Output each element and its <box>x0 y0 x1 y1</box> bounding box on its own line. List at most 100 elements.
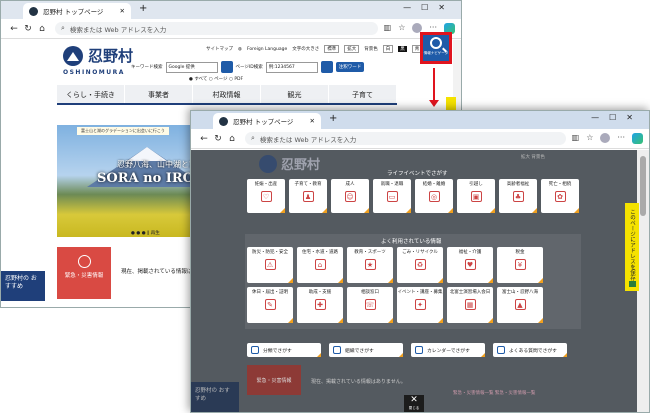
refresh-icon[interactable]: ↻ <box>21 24 35 34</box>
address-bar[interactable]: ⌕ 検索または Web アドレスを入力 <box>245 132 566 145</box>
font-standard-button[interactable]: 標準 <box>324 45 340 53</box>
logo-subtext: OSHINOMURA <box>63 69 125 76</box>
copilot-icon[interactable] <box>632 133 643 144</box>
save-address-side-tab[interactable]: このページにアドレスを保存 <box>625 203 639 291</box>
nav-item-childcare[interactable]: 子育て <box>329 85 397 103</box>
popular-card[interactable]: 税金 ¥ <box>497 247 543 283</box>
more-icon[interactable]: ··· <box>617 133 625 144</box>
childcare-icon: ♟ <box>302 191 314 203</box>
popular-card[interactable]: 休日・届出・証明 ✎ <box>247 287 293 323</box>
popular-card[interactable]: 助成・支援 ✚ <box>297 287 343 323</box>
back-icon[interactable]: ← <box>7 24 21 34</box>
popular-card[interactable]: 相談窓口 ☏ <box>347 287 393 323</box>
popular-card[interactable]: 防災・防犯・安全 ⚠ <box>247 247 293 283</box>
button-label: よくある質問でさがす <box>509 348 557 354</box>
nav-item-tourism[interactable]: 観光 <box>261 85 329 103</box>
house-icon: ⌂ <box>314 259 326 271</box>
sitemap-link[interactable]: サイトマップ <box>206 46 233 52</box>
search-by-calendar-button[interactable]: カレンダーでさがす <box>411 343 485 357</box>
search-by-organization-button[interactable]: 組織でさがす <box>329 343 403 357</box>
bg-white-button[interactable]: 白 <box>382 45 394 53</box>
life-event-card[interactable]: 子育て・教育 ♟ <box>289 179 327 213</box>
window-controls[interactable]: —☐✕ <box>403 3 455 12</box>
life-event-card[interactable]: 高齢者福祉 ♣ <box>499 179 537 213</box>
card-label: 福祉・介護 <box>458 250 482 255</box>
close-tab-icon[interactable]: ✕ <box>120 7 125 15</box>
note-word-button[interactable]: 注釈ワード <box>335 62 365 72</box>
popular-card[interactable]: イベント・講座・募集 ✦ <box>397 287 443 323</box>
split-screen-icon[interactable]: ▥ <box>572 133 580 144</box>
hero-title: SORA no IRO <box>97 171 194 186</box>
popular-card[interactable]: ごみ・リサイクル ♻ <box>397 247 443 283</box>
tab-bar: 忍野村 トップページ ✕ + —☐✕ <box>191 111 649 129</box>
close-overlay-button[interactable]: ✕ 閉じる <box>404 395 424 412</box>
side-tab-partial[interactable] <box>446 97 456 111</box>
callout-arrowhead <box>429 100 439 107</box>
life-event-card[interactable]: 引越し ▣ <box>457 179 495 213</box>
card-label: 住宅・水道・道路 <box>302 250 338 255</box>
nav-item-life[interactable]: くらし・手続き <box>57 85 125 103</box>
address-bar[interactable]: ⌕ 検索または Web アドレスを入力 <box>55 22 378 35</box>
scrollbar-thumb[interactable] <box>640 156 646 216</box>
window-controls[interactable]: —☐✕ <box>591 113 643 122</box>
button-label: カレンダーでさがす <box>427 348 470 354</box>
search-by-faq-button[interactable]: よくある質問でさがす <box>493 343 567 357</box>
logo-text: 忍野村 <box>88 47 134 65</box>
browser-tab[interactable]: 忍野村 トップページ ✕ <box>213 113 321 129</box>
recommend-tab[interactable]: 忍野村の おすすめ <box>1 271 45 301</box>
popular-card[interactable]: 教育・スポーツ ★ <box>347 247 393 283</box>
popular-card[interactable]: 福祉・介護 ♥ <box>447 247 493 283</box>
emergency-box[interactable]: 緊急・災害情報 <box>57 247 111 299</box>
life-event-card[interactable]: 結婚・離婚 ◎ <box>415 179 453 213</box>
new-tab-button[interactable]: + <box>329 113 337 124</box>
page-id-input[interactable]: 例:1234567 <box>265 61 318 73</box>
page-id-search-button[interactable] <box>320 61 333 73</box>
address-placeholder: 検索または Web アドレスを入力 <box>69 25 167 34</box>
site-favicon <box>219 116 228 126</box>
pregnancy-icon: ♡ <box>260 191 272 203</box>
refresh-icon[interactable]: ↻ <box>211 134 225 144</box>
side-tab-label: このページにアドレスを保存 <box>629 209 635 281</box>
address-placeholder: 検索または Web アドレスを入力 <box>259 135 357 144</box>
village-emblem-icon <box>63 45 83 66</box>
back-icon[interactable]: ← <box>197 134 211 144</box>
nav-item-government[interactable]: 村政情報 <box>193 85 261 103</box>
search-by-category-button[interactable]: 分類でさがす <box>247 343 321 357</box>
keyword-search-input[interactable]: Google 提供 <box>165 61 218 73</box>
keyword-search-button[interactable] <box>220 61 233 73</box>
page-id-label: ページID検索 <box>235 65 263 70</box>
browser-tab[interactable]: 忍野村 トップページ ✕ <box>23 3 131 19</box>
browser-toolbar: ← ↻ ⌂ ⌕ 検索または Web アドレスを入力 ▥ ☆ ··· <box>191 129 649 149</box>
avatar[interactable] <box>600 133 611 143</box>
life-event-card[interactable]: 就職・退職 ▭ <box>373 179 411 213</box>
search-scope-radios[interactable]: ● すべて ○ ページ ○ PDF <box>189 76 243 82</box>
foreign-language-link[interactable]: Foreign Language <box>247 47 287 52</box>
carousel-controls[interactable]: ● ● ● ‖ 再生 <box>131 230 160 236</box>
life-event-card[interactable]: 妊娠・出産 ♡ <box>247 179 285 213</box>
home-icon[interactable]: ⌂ <box>35 24 49 34</box>
bg-black-button[interactable]: 黒 <box>398 46 407 52</box>
life-event-card[interactable]: 死亡・相続 ✿ <box>541 179 579 213</box>
home-icon[interactable]: ⌂ <box>225 134 239 144</box>
browser-window-overlay: 忍野村 トップページ ✕ + —☐✕ ← ↻ ⌂ ⌕ 検索または Web アドレス… <box>190 110 650 413</box>
favorites-icon[interactable]: ☆ <box>586 133 593 144</box>
favorites-icon[interactable]: ☆ <box>398 23 405 34</box>
life-event-card[interactable]: 成人 ☺ <box>331 179 369 213</box>
font-large-button[interactable]: 拡大 <box>344 45 360 53</box>
truck-icon: ▣ <box>470 191 482 203</box>
popular-card[interactable]: 富士山・忍野八海 ▲ <box>497 287 543 323</box>
site-logo-dimmed: 忍野村 <box>259 154 320 173</box>
card-label: 妊娠・出産 <box>254 182 278 187</box>
close-tab-icon[interactable]: ✕ <box>310 117 315 125</box>
info-navigator-button[interactable]: 情報ナビゲータ <box>420 32 452 64</box>
nav-item-business[interactable]: 事業者 <box>125 85 193 103</box>
popular-card[interactable]: 北富士演習場入会日 ▦ <box>447 287 493 323</box>
card-label: 成人 <box>345 182 355 187</box>
popular-card[interactable]: 住宅・水道・道路 ⌂ <box>297 247 343 283</box>
split-screen-icon[interactable]: ▥ <box>384 23 392 34</box>
button-label: 分類でさがす <box>263 348 292 354</box>
new-tab-button[interactable]: + <box>139 3 147 14</box>
site-logo[interactable]: 忍野村 OSHINOMURA <box>63 45 134 76</box>
browser-toolbar: ← ↻ ⌂ ⌕ 検索または Web アドレスを入力 ▥ ☆ ··· <box>1 19 461 39</box>
close-label: 閉じる <box>408 406 420 410</box>
